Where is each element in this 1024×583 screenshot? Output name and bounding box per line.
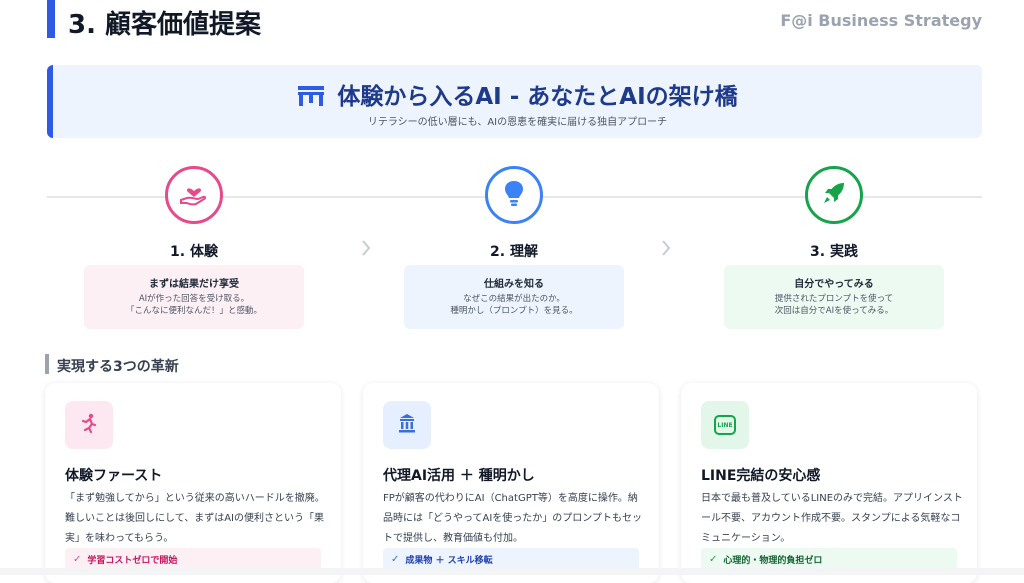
banner-subtitle: リテラシーの低い層にも、AIの恩恵を確実に届ける独自アプローチ — [367, 117, 668, 128]
step-3-box: 自分でやってみる 提供されたプロンプトを使って 次回は自分でAIを使ってみる。 — [724, 265, 944, 329]
building-icon — [397, 413, 417, 437]
card-1-badge: ✓ 学習コストゼロで開始 — [65, 548, 321, 570]
banner-title: 体験から入るAI ‐ あなたとAIの架け橋 — [337, 84, 738, 110]
card-proxy-ai: 代理AI活用 ＋ 種明かし FPが顧客の代わりにAI（ChatGPT等）を高度に… — [363, 383, 659, 583]
step-1-line2: 「こんなに便利なんだ！」と感動。 — [125, 306, 262, 316]
hand-heart-icon — [179, 180, 209, 210]
card-2-icon-wrap — [383, 401, 431, 449]
bridge-icon — [297, 84, 325, 114]
banner-title-row: 体験から入るAI ‐ あなたとAIの架け橋 — [53, 77, 982, 114]
section-title: 実現する3つの革新 — [57, 359, 179, 375]
card-experience-first: 体験ファースト 「まず勉強してから」という従来の高いハードルを撤廃。難しいことは… — [45, 383, 341, 583]
card-line-complete: LINE LINE完結の安心感 日本で最も普及しているLINEのみで完結。アプリ… — [681, 383, 977, 583]
check-icon: ✓ — [73, 553, 82, 565]
card-3-badge-text: 心理的・物理的負担ゼロ — [723, 555, 823, 566]
step-1-heading: まずは結果だけ享受 — [149, 279, 239, 290]
step-3-line1: 提供されたプロンプトを使って — [774, 294, 894, 304]
step-2-box: 仕組みを知る なぜこの結果が出たのか。 種明かし（プロンプト）を見る。 — [404, 265, 624, 329]
step-2-line2: 種明かし（プロンプト）を見る。 — [450, 306, 578, 316]
check-icon: ✓ — [391, 553, 400, 565]
card-1-desc: 「まず勉強してから」という従来の高いハードルを撤廃。難しいことは後回しにして、ま… — [65, 493, 325, 544]
lightbulb-icon — [503, 179, 525, 211]
line-app-icon: LINE — [714, 415, 736, 435]
page-title: 3. 顧客価値提案 — [68, 10, 262, 40]
step-1-title: 1. 体験 — [170, 244, 218, 260]
rocket-icon — [821, 180, 847, 210]
running-person-icon — [79, 413, 99, 437]
step-3-line2: 次回は自分でAIを使ってみる。 — [774, 306, 894, 316]
section-accent-bar — [45, 354, 49, 374]
card-3-desc: 日本で最も普及しているLINEのみで完結。アプリインストール不要、アカウント作成… — [701, 493, 963, 544]
step-2-heading: 仕組みを知る — [484, 279, 544, 290]
step-1-line1: AIが作った回答を受け取る。 — [138, 294, 250, 304]
card-2-title: 代理AI活用 ＋ 種明かし — [383, 468, 535, 484]
title-accent-bar — [47, 0, 55, 38]
step-2-circle — [485, 166, 543, 224]
step-2-title: 2. 理解 — [490, 244, 538, 260]
card-1-badge-text: 学習コストゼロで開始 — [87, 555, 178, 566]
chevron-right-icon — [660, 238, 672, 262]
card-2-desc: FPが顧客の代わりにAI（ChatGPT等）を高度に操作。納品時には「どうやって… — [383, 493, 642, 544]
banner: 体験から入るAI ‐ あなたとAIの架け橋 リテラシーの低い層にも、AIの恩恵を… — [47, 65, 982, 138]
step-1-circle — [165, 166, 223, 224]
card-3-icon-wrap: LINE — [701, 401, 749, 449]
footer-strip — [0, 568, 1024, 575]
card-1-title: 体験ファースト — [65, 468, 163, 484]
step-3-heading: 自分でやってみる — [794, 279, 874, 290]
step-3-title: 3. 実践 — [810, 244, 858, 260]
card-3-title: LINE完結の安心感 — [701, 468, 821, 484]
card-3-badge: ✓ 心理的・物理的負担ゼロ — [701, 548, 957, 570]
card-2-badge-text: 成果物 ＋ スキル移転 — [405, 555, 493, 566]
step-3-circle — [805, 166, 863, 224]
step-2-line1: なぜこの結果が出たのか。 — [463, 294, 565, 304]
check-icon: ✓ — [709, 553, 718, 565]
card-2-badge: ✓ 成果物 ＋ スキル移転 — [383, 548, 639, 570]
brand-label: F@i Business Strategy — [780, 11, 982, 30]
card-1-icon-wrap — [65, 401, 113, 449]
step-1-box: まずは結果だけ享受 AIが作った回答を受け取る。 「こんなに便利なんだ！」と感動… — [84, 265, 304, 329]
chevron-right-icon — [360, 238, 372, 262]
line-app-icon-text: LINE — [717, 421, 733, 429]
